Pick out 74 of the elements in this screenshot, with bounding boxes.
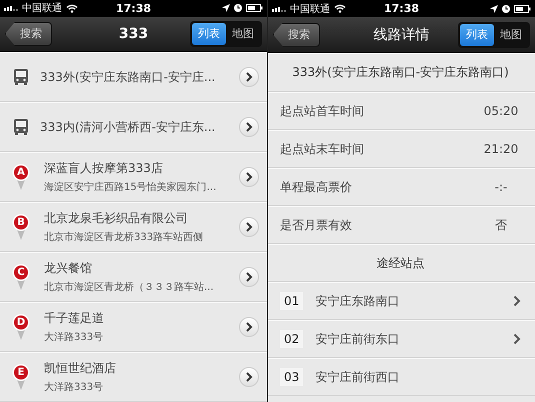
result-row[interactable]: E 凯恒世纪酒店 大洋路333号 [0,352,267,402]
chevron-button[interactable] [239,317,259,337]
chevron-button[interactable] [239,167,259,187]
place-address: 大洋路333号 [44,330,104,344]
detail-label: 单程最高票价 [280,178,353,196]
nav-title: 线路详情 [374,26,430,44]
stop-row[interactable]: 02 安宁庄前街东口 [268,320,535,358]
battery-icon [246,4,263,12]
place-name: 凯恒世纪酒店 [44,360,117,377]
detail-label: 起点站末车时间 [280,140,365,158]
result-row[interactable]: B 北京龙泉毛衫织品有限公司 北京市海淀区青龙桥333路车站西侧 [0,202,267,252]
chevron-button[interactable] [239,67,259,87]
bus-icon [14,119,28,135]
bus-icon [14,69,28,85]
bus-line-title: 333外(安宁庄东路南口-安宁庄... [40,68,216,86]
carrier-name: 中国联通 [22,2,62,16]
nav-title: 333 [118,26,148,42]
result-row[interactable]: 333外(安宁庄东路南口-安宁庄... [0,52,267,102]
stop-name: 安宁庄前街西口 [315,368,400,386]
stop-name: 安宁庄前街东口 [315,330,400,348]
place-address: 北京市海淀区青龙桥（３３３路车站... [44,280,215,294]
chevron-icon [245,172,253,182]
result-row[interactable]: A 深蓝盲人按摩第333店 海淀区安宁庄西路15号怡美家园东门... [0,152,267,202]
location-icon [490,4,498,12]
place-name: 深蓝盲人按摩第333店 [44,160,164,177]
chevron-icon [245,122,253,132]
segment-tab[interactable]: 地图 [494,24,528,46]
place-address: 大洋路333号 [44,380,104,394]
chevron-icon [245,372,253,382]
chevron-icon [245,322,253,332]
bus-line-title: 333内(清河小营桥西-安宁庄东... [40,118,216,136]
place-address: 海淀区安宁庄西路15号怡美家园东门... [44,180,218,194]
chevron-button[interactable] [239,117,259,137]
clock-icon [502,4,510,12]
chevron-icon [245,272,253,282]
detail-value: 21:20 [482,142,520,156]
segment-tab[interactable]: 地图 [226,22,260,45]
place-name: 龙兴餐馆 [44,260,93,277]
chevron-icon [245,72,253,82]
detail-label: 是否月票有效 [280,216,353,234]
clock-icon [234,4,242,12]
chevron-button[interactable] [239,267,259,287]
detail-label: 起点站首车时间 [280,102,365,120]
chevron-button[interactable] [239,217,259,237]
battery-icon [514,4,531,12]
signal-icon [4,5,18,12]
result-row[interactable]: 333内(清河小营桥西-安宁庄东... [0,102,267,152]
stop-number: 01 [280,292,304,310]
chevron-icon [245,222,253,232]
status-time: 17:38 [116,2,151,15]
place-address: 北京市海淀区青龙桥333路车站西侧 [44,230,204,244]
route-name: 333外(安宁庄东路南口-安宁庄东路南口) [292,64,509,81]
stop-row[interactable]: 01 安宁庄东路南口 [268,282,535,320]
place-name: 千子莲足道 [44,310,105,327]
location-icon [222,4,230,12]
stop-number: 02 [280,330,304,348]
chevron-button[interactable] [239,367,259,387]
section-heading: 途经站点 [376,254,424,272]
wifi-icon [66,4,78,13]
carrier-name: 中国联通 [290,2,330,16]
wifi-icon [334,4,346,13]
detail-value: -:- [494,180,508,194]
back-button[interactable]: 搜索 [5,22,52,46]
detail-value: 否 [494,216,508,234]
result-row[interactable]: D 千子莲足道 大洋路333号 [0,302,267,352]
stop-number: 03 [280,368,304,386]
status-time: 17:38 [384,2,419,15]
result-row[interactable]: C 龙兴餐馆 北京市海淀区青龙桥（３３３路车站... [0,252,267,302]
signal-icon [272,6,286,12]
stop-row[interactable]: 03 安宁庄前街西口 [268,358,535,396]
detail-value: 05:20 [482,104,520,118]
back-button[interactable]: 搜索 [273,22,320,46]
stop-name: 安宁庄东路南口 [315,292,400,310]
place-name: 北京龙泉毛衫织品有限公司 [44,210,189,227]
